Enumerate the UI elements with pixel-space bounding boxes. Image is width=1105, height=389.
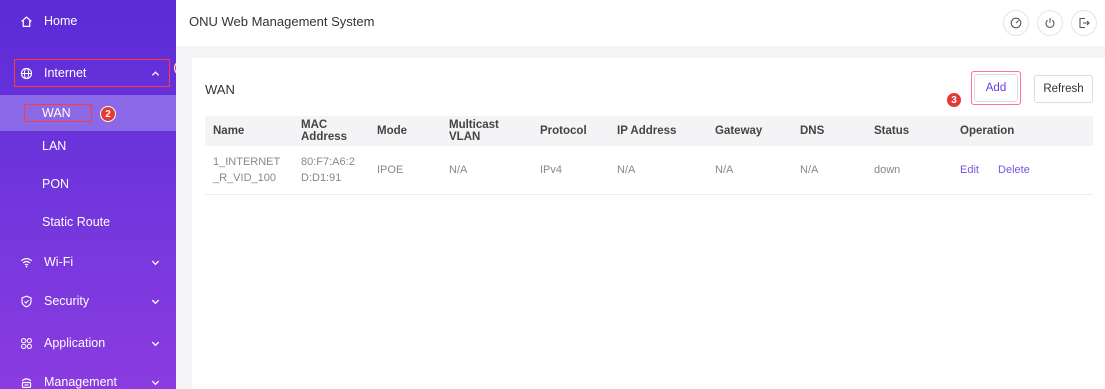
column-header: IP Address: [609, 116, 707, 146]
refresh-button[interactable]: Refresh: [1034, 75, 1093, 103]
management-icon: [18, 374, 34, 389]
power-icon[interactable]: [1037, 10, 1063, 36]
table-row: 1_INTERNET_R_VID_100 80:F7:A6:2D:D1:91 I…: [205, 146, 1093, 195]
sidebar-subitem-lan[interactable]: LAN: [0, 128, 176, 164]
cell-status: down: [866, 146, 952, 195]
cell-protocol: IPv4: [532, 146, 609, 195]
sidebar-item-application[interactable]: Application: [0, 325, 176, 361]
sidebar-item-security[interactable]: Security: [0, 283, 176, 319]
wan-card: WAN Add Refresh Name MAC Address Mode Mu…: [192, 58, 1105, 389]
column-header: DNS: [792, 116, 866, 146]
cell-mode: IPOE: [369, 146, 441, 195]
cell-name-text: 1_INTERNET_R_VID_100: [213, 155, 281, 184]
cell-mac-text: 80:F7:A6:2D:D1:91: [301, 155, 355, 184]
app-title: ONU Web Management System: [189, 14, 375, 29]
cell-ip-address: N/A: [609, 146, 707, 195]
top-header: ONU Web Management System: [176, 0, 1105, 46]
column-header: MAC Address: [293, 116, 369, 146]
home-icon: [18, 13, 34, 29]
edit-link[interactable]: Edit: [960, 164, 979, 176]
chevron-down-icon: [150, 338, 160, 348]
cell-mac: 80:F7:A6:2D:D1:91: [293, 146, 369, 195]
column-header: Gateway: [707, 116, 792, 146]
sidebar-item-label: Home: [44, 14, 78, 28]
step-badge-2: 2: [100, 106, 116, 122]
step-badge-3: 3: [946, 92, 962, 108]
dashboard-icon[interactable]: [1003, 10, 1029, 36]
section-title: WAN: [205, 82, 235, 97]
sidebar-item-home[interactable]: Home: [0, 3, 176, 39]
column-header: Name: [205, 116, 293, 146]
sidebar-item-label: Application: [44, 336, 106, 350]
chevron-down-icon: [150, 296, 160, 306]
cell-name: 1_INTERNET_R_VID_100: [205, 146, 293, 195]
sidebar-item-label: Security: [44, 294, 90, 308]
cell-multicast-vlan: N/A: [441, 146, 532, 195]
sidebar-item-management[interactable]: Management: [0, 364, 176, 389]
cell-gateway: N/A: [707, 146, 792, 195]
sidebar-item-wifi[interactable]: Wi-Fi: [0, 244, 176, 280]
table-header-row: Name MAC Address Mode Multicast VLAN Pro…: [205, 116, 1093, 146]
delete-link[interactable]: Delete: [998, 164, 1030, 176]
apps-icon: [18, 335, 34, 351]
chevron-down-icon: [150, 257, 160, 267]
sidebar-item-label: Wi-Fi: [44, 255, 74, 269]
sidebar-subitem-pon[interactable]: PON: [0, 166, 176, 202]
logout-icon[interactable]: [1071, 10, 1097, 36]
cell-operation: Edit Delete: [952, 146, 1093, 195]
column-header: Status: [866, 116, 952, 146]
sidebar: Home Internet WAN LAN PON Static Route W…: [0, 0, 176, 389]
column-header: Protocol: [532, 116, 609, 146]
highlight-box-internet: [14, 59, 170, 87]
column-header: Multicast VLAN: [441, 116, 532, 146]
cell-dns: N/A: [792, 146, 866, 195]
sidebar-subitem-static-route[interactable]: Static Route: [0, 204, 176, 240]
sidebar-item-label: Management: [44, 375, 117, 389]
column-header: Mode: [369, 116, 441, 146]
highlight-box-wan: [24, 104, 92, 122]
add-button[interactable]: Add: [974, 74, 1018, 102]
wan-table: Name MAC Address Mode Multicast VLAN Pro…: [205, 116, 1093, 195]
shield-icon: [18, 293, 34, 309]
column-header: Operation: [952, 116, 1093, 146]
chevron-down-icon: [150, 377, 160, 387]
wifi-icon: [18, 254, 34, 270]
